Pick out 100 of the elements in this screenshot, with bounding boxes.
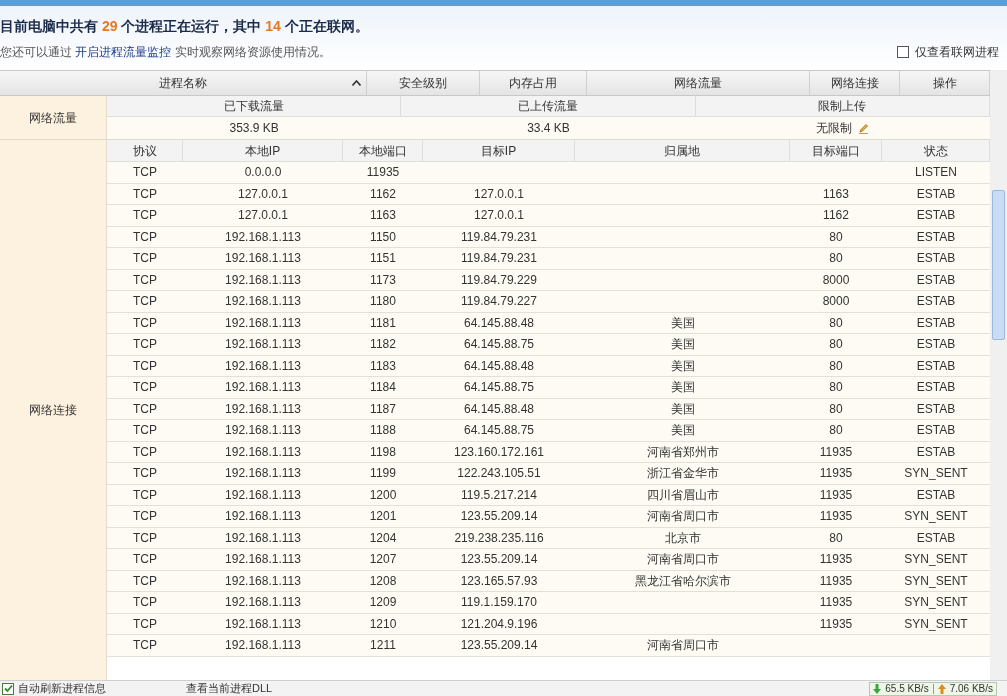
table-cell: SYN_SENT xyxy=(904,510,968,523)
sort-caret-icon xyxy=(352,80,361,86)
table-cell: ESTAB xyxy=(916,187,956,200)
table-cell: 1180 xyxy=(370,295,396,308)
table-cell: 119.84.79.231 xyxy=(461,252,537,265)
table-cell: SYN_SENT xyxy=(904,617,968,630)
table-cell: 123.55.209.14 xyxy=(460,639,538,652)
table-cell: 河南省周口市 xyxy=(646,553,719,566)
column-header[interactable]: 内存占用 xyxy=(480,71,587,95)
column-header[interactable]: 网络流量 xyxy=(587,71,810,95)
table-cell: 80 xyxy=(829,359,843,372)
table-cell: 192.168.1.113 xyxy=(225,273,301,286)
table-cell: 127.0.0.1 xyxy=(237,187,288,200)
column-header[interactable]: 进程名称 xyxy=(0,71,367,95)
table-cell: 64.145.88.75 xyxy=(463,381,535,394)
table-cell: 127.0.0.1 xyxy=(473,187,524,200)
table-cell: 美国 xyxy=(670,338,695,351)
table-cell: 1201 xyxy=(369,510,397,523)
table-cell: 1200 xyxy=(369,488,397,501)
table-cell: 192.168.1.113 xyxy=(225,617,301,630)
table-cell: 1198 xyxy=(370,445,396,458)
table-cell: ESTAB xyxy=(916,381,956,394)
connection-header: 本地端口 xyxy=(343,140,423,161)
table-cell: TCP xyxy=(133,531,157,544)
table-cell: 123.160.172.161 xyxy=(453,445,545,458)
table-cell: 1162 xyxy=(370,187,396,200)
table-cell: 119.1.159.170 xyxy=(461,596,537,609)
traffic-value: 353.9 KB xyxy=(229,120,279,137)
table-cell: SYN_SENT xyxy=(904,596,968,609)
table-cell: TCP xyxy=(133,467,157,480)
process-summary: 目前电脑中共有 29 个进程正在运行，其中 14 个正在联网。 xyxy=(0,16,370,36)
table-cell: 11935 xyxy=(819,467,853,480)
checkbox-label: 仅查看联网进程 xyxy=(915,43,999,61)
table-cell: 119.84.79.229 xyxy=(461,273,537,286)
table-cell: SYN_SENT xyxy=(904,553,968,566)
table-cell: 1162 xyxy=(823,209,849,222)
column-header[interactable]: 网络连接 xyxy=(810,71,900,95)
table-cell: 123.55.209.14 xyxy=(460,553,538,566)
table-cell: ESTAB xyxy=(916,209,956,222)
table-cell: 黑龙江省哈尔滨市 xyxy=(634,574,731,587)
traffic-header: 已下载流量 xyxy=(107,96,402,116)
checkbox[interactable] xyxy=(2,682,14,695)
table-cell: TCP xyxy=(133,295,157,308)
table-cell: 192.168.1.113 xyxy=(225,381,301,394)
table-cell: 1187 xyxy=(370,402,396,415)
table-cell: 127.0.0.1 xyxy=(473,209,524,222)
table-cell: ESTAB xyxy=(916,359,956,372)
table-cell: ESTAB xyxy=(916,445,956,458)
table-cell: 11935 xyxy=(819,596,853,609)
table-cell: 121.204.9.196 xyxy=(460,617,538,630)
dll-link[interactable]: 查看当前进程DLL xyxy=(186,683,273,694)
table-cell: SYN_SENT xyxy=(904,574,968,587)
table-cell: 64.145.88.48 xyxy=(463,316,535,329)
table-cell: 1199 xyxy=(370,467,396,480)
table-cell: 80 xyxy=(829,531,843,544)
table-cell: TCP xyxy=(133,510,157,523)
section-label: 网络流量 xyxy=(0,96,107,139)
table-cell: TCP xyxy=(133,424,157,437)
table-cell: TCP xyxy=(133,445,157,458)
table-cell: 11935 xyxy=(819,445,853,458)
traffic-value: 无限制 xyxy=(816,120,853,137)
table-cell: 80 xyxy=(829,316,843,329)
table-cell: 河南省郑州市 xyxy=(646,445,719,458)
table-cell: ESTAB xyxy=(916,402,956,415)
table-cell: 192.168.1.113 xyxy=(225,639,301,652)
connection-header: 本地IP xyxy=(183,140,343,161)
table-cell: 美国 xyxy=(670,381,695,394)
edit-pencil-icon[interactable] xyxy=(858,122,870,134)
checkbox[interactable] xyxy=(897,45,909,58)
column-header[interactable]: 安全级别 xyxy=(367,71,480,95)
table-cell: TCP xyxy=(133,553,157,566)
table-cell: 119.84.79.227 xyxy=(461,295,537,308)
table-cell: 64.145.88.48 xyxy=(463,402,535,415)
table-cell: TCP xyxy=(133,596,157,609)
table-cell: ESTAB xyxy=(916,295,956,308)
table-cell: 192.168.1.113 xyxy=(225,531,301,544)
table-cell: 1210 xyxy=(369,617,397,630)
table-cell: 80 xyxy=(829,402,843,415)
table-cell: 1209 xyxy=(369,596,397,609)
table-cell: 192.168.1.113 xyxy=(225,295,301,308)
table-cell: 192.168.1.113 xyxy=(225,467,301,480)
table-cell: 1204 xyxy=(369,531,397,544)
traffic-value: 33.4 KB xyxy=(527,120,570,137)
scrollbar-thumb[interactable] xyxy=(992,190,1005,340)
table-cell: 123.55.209.14 xyxy=(460,510,538,523)
table-cell: 119.84.79.231 xyxy=(461,230,537,243)
checkbox-label: 自动刷新进程信息 xyxy=(18,683,106,694)
table-cell: 河南省周口市 xyxy=(646,639,719,652)
scrollbar[interactable] xyxy=(990,70,1007,680)
table-cell: 1208 xyxy=(369,574,397,587)
monitor-link[interactable]: 开启进程流量监控 xyxy=(75,44,172,59)
table-cell: 河南省周口市 xyxy=(646,510,719,523)
table-cell: 1151 xyxy=(370,252,396,265)
traffic-header: 限制上传 xyxy=(695,96,990,116)
table-cell: 192.168.1.113 xyxy=(225,596,301,609)
table-cell: 1163 xyxy=(823,187,849,200)
table-cell: ESTAB xyxy=(916,488,956,501)
table-cell: ESTAB xyxy=(916,531,956,544)
table-cell: TCP xyxy=(133,639,157,652)
table-cell: 美国 xyxy=(670,424,695,437)
